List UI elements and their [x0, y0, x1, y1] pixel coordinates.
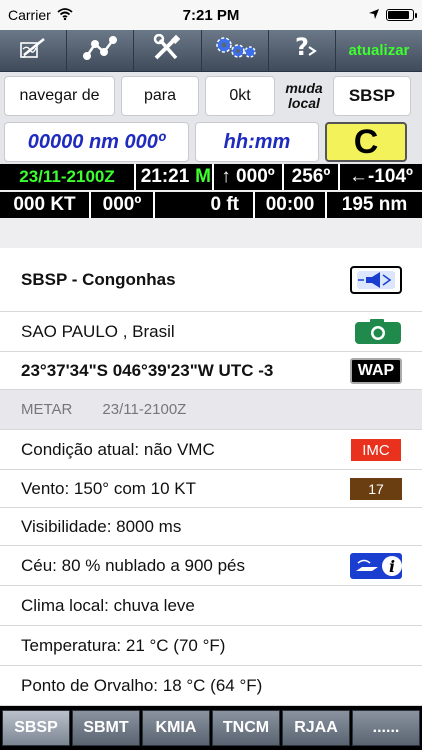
- wifi-icon: [57, 7, 73, 23]
- metar-label: METAR: [21, 401, 73, 418]
- visibility-row: Visibilidade: 8000 ms: [0, 508, 422, 546]
- carrier-label: Carrier: [8, 7, 51, 23]
- local-weather-text: Clima local: chuva leve: [21, 595, 195, 615]
- clock-value: 21:21: [140, 166, 190, 187]
- wind-badge: 17: [350, 478, 402, 500]
- update-button[interactable]: atualizar: [336, 30, 422, 71]
- heading-value: ↑ 000º: [214, 164, 284, 190]
- camera-icon: [355, 319, 401, 344]
- main-toolbar: ? atualizar: [0, 30, 422, 72]
- city-name: SAO PAULO , Brasil: [21, 321, 175, 341]
- wap-button[interactable]: WAP: [350, 358, 402, 384]
- help-question-icon: ?: [287, 33, 317, 68]
- tools-button[interactable]: [134, 30, 202, 71]
- dew-point-row: Ponto de Orvalho: 18 °C (64 °F): [0, 666, 422, 706]
- flight-data-row-1: 23/11-2100Z 21:21 M ↑ 000º 256º ←-104º: [0, 164, 422, 190]
- tab-more[interactable]: ......: [352, 710, 420, 746]
- navigate-from-button[interactable]: navegar de: [4, 76, 115, 116]
- weather-info-icon: i: [350, 553, 402, 579]
- to-button[interactable]: para: [121, 76, 199, 116]
- tab-rjaa[interactable]: RJAA: [282, 710, 350, 746]
- route-icon: [81, 34, 119, 67]
- settings-button[interactable]: [202, 30, 269, 71]
- flight-data-row-2: 000 KT 000º 0 ft 00:00 195 nm: [0, 192, 422, 218]
- imc-badge: IMC: [350, 438, 402, 462]
- metar-header: METAR 23/11-2100Z: [0, 390, 422, 430]
- airport-code-button[interactable]: SBSP: [333, 76, 411, 116]
- datetime-value: 23/11-2100Z: [0, 164, 136, 190]
- coordinates: 23°37'34"S 046°39'23"W UTC -3: [21, 360, 274, 380]
- speaker-button[interactable]: [350, 266, 402, 294]
- mode-indicator: M: [194, 164, 214, 190]
- distance-bearing-field[interactable]: 00000 nm 000º: [4, 122, 189, 162]
- airport-info-list: SBSP - Congonhas SAO PAULO , Brasil 23°3…: [0, 218, 422, 706]
- metar-time: 23/11-2100Z: [102, 401, 187, 418]
- course-value: 000º: [91, 192, 155, 218]
- local-weather-row: Clima local: chuva leve: [0, 586, 422, 626]
- airport-name: SBSP - Congonhas: [21, 269, 176, 289]
- svg-text:?: ?: [295, 33, 309, 61]
- temperature-text: Temperatura: 21 °C (70 °F): [21, 635, 226, 655]
- airport-tab-bar: SBSP SBMT KMIA TNCM RJAA ......: [0, 706, 422, 750]
- route-button[interactable]: [67, 30, 135, 71]
- tab-tncm[interactable]: TNCM: [212, 710, 280, 746]
- location-arrow-icon: [368, 7, 380, 23]
- sky-row: Céu: 80 % nublado a 900 pés i: [0, 546, 422, 586]
- visibility-text: Visibilidade: 8000 ms: [21, 516, 182, 536]
- weather-info-button[interactable]: i: [350, 553, 402, 579]
- gears-icon: [213, 34, 257, 67]
- airport-name-row[interactable]: SBSP - Congonhas: [0, 248, 422, 312]
- speed-field[interactable]: 0kt: [205, 76, 275, 116]
- elapsed-time-value: 00:00: [255, 192, 327, 218]
- notepad-button[interactable]: [0, 30, 68, 71]
- tab-sbsp[interactable]: SBSP: [2, 710, 70, 746]
- svg-text:i: i: [389, 557, 395, 576]
- tab-sbmt[interactable]: SBMT: [72, 710, 140, 746]
- time-field[interactable]: hh:mm: [195, 122, 319, 162]
- pen-paper-icon: [18, 35, 48, 66]
- wind-direction-value: 256º: [284, 164, 340, 190]
- distance-input-row: 00000 nm 000º hh:mm C: [0, 120, 422, 164]
- navigation-input-row: navegar de para 0kt muda local SBSP: [0, 72, 422, 120]
- change-local-button[interactable]: muda local: [281, 81, 327, 111]
- speaker-icon: [357, 271, 395, 289]
- coordinates-row: 23°37'34"S 046°39'23"W UTC -3 WAP: [0, 352, 422, 390]
- distance-value: 195 nm: [341, 194, 408, 215]
- dew-point-text: Ponto de Orvalho: 18 °C (64 °F): [21, 675, 263, 695]
- tools-icon: [152, 33, 182, 67]
- battery-icon: [386, 9, 417, 21]
- condition-text: Condição atual: não VMC: [21, 439, 215, 459]
- wind-correction-value: ←-104º: [349, 166, 413, 187]
- sky-text: Céu: 80 % nublado a 900 pés: [21, 555, 246, 575]
- wind-text: Vento: 150° com 10 KT: [21, 478, 197, 498]
- temperature-row: Temperatura: 21 °C (70 °F): [0, 626, 422, 666]
- condition-row: Condição atual: não VMC IMC: [0, 430, 422, 470]
- help-button[interactable]: ?: [269, 30, 336, 71]
- altitude-value: 0 ft: [155, 192, 255, 218]
- clear-button[interactable]: C: [325, 122, 407, 162]
- ground-speed-value: 000 KT: [0, 192, 91, 218]
- tab-kmia[interactable]: KMIA: [142, 710, 210, 746]
- city-row[interactable]: SAO PAULO , Brasil: [0, 312, 422, 352]
- camera-button[interactable]: [354, 319, 402, 345]
- wind-row: Vento: 150° com 10 KT 17: [0, 470, 422, 508]
- status-bar: Carrier 7:21 PM: [0, 0, 422, 30]
